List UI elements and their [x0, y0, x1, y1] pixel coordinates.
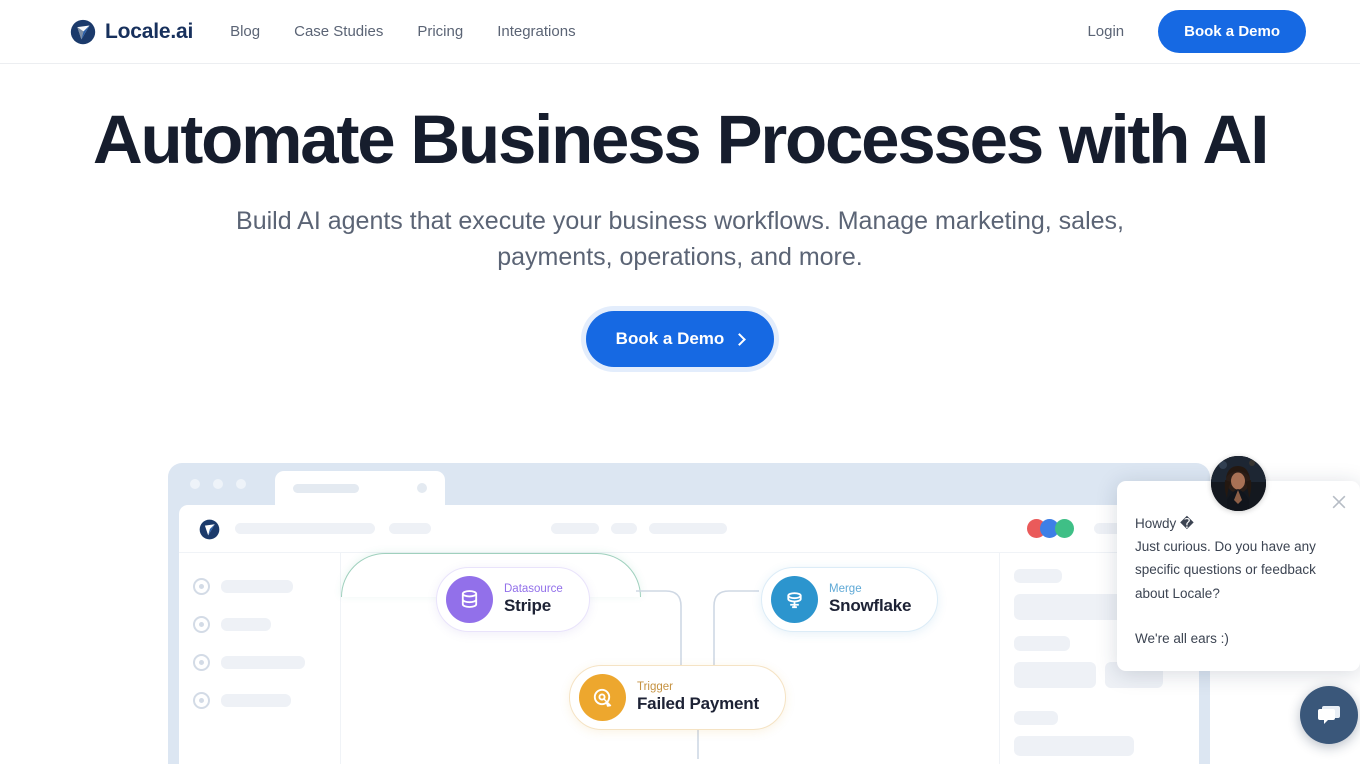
- circle-ring-icon: [193, 691, 210, 709]
- circle-ring-icon: [193, 577, 210, 595]
- sidebar-label-placeholder: [221, 655, 305, 669]
- nav-item-case-studies[interactable]: Case Studies: [294, 23, 383, 40]
- app-columns: Datasource Stripe Merge Snowflake Trigge…: [179, 553, 1199, 764]
- locale-logo-icon: [70, 19, 96, 44]
- app-viewport: Datasource Stripe Merge Snowflake Trigge…: [179, 505, 1199, 764]
- workflow-node-merge-snowflake[interactable]: Merge Snowflake: [761, 567, 939, 632]
- primary-nav: Blog Case Studies Pricing Integrations: [230, 23, 576, 40]
- app-toolbar: [179, 505, 1199, 553]
- chat-greeting: Howdy �: [1135, 516, 1194, 531]
- window-dot-close-icon: [190, 479, 200, 489]
- node-name: Stripe: [504, 596, 551, 616]
- login-link[interactable]: Login: [1087, 23, 1124, 40]
- node-kind: Datasource: [504, 583, 563, 596]
- workflow-canvas[interactable]: Datasource Stripe Merge Snowflake Trigge…: [341, 553, 999, 764]
- nav-item-blog[interactable]: Blog: [230, 23, 260, 40]
- site-header: Locale.ai Blog Case Studies Pricing Inte…: [0, 0, 1360, 64]
- tab-title-placeholder: [293, 484, 359, 493]
- click-target-icon: [579, 674, 626, 721]
- node-kind: Trigger: [637, 681, 673, 694]
- chat-launcher-button[interactable]: [1300, 686, 1358, 744]
- book-demo-button-header[interactable]: Book a Demo: [1158, 10, 1306, 53]
- hero-subheadline: Build AI agents that execute your busine…: [236, 207, 1124, 271]
- panel-placeholder-7: [1014, 736, 1134, 756]
- sidebar-item-1[interactable]: [179, 567, 340, 605]
- workflow-node-datasource-stripe[interactable]: Datasource Stripe: [436, 567, 590, 632]
- browser-tab: [275, 471, 445, 505]
- book-demo-button-hero[interactable]: Book a Demo: [585, 311, 775, 367]
- toolbar-placeholder-5: [649, 523, 727, 534]
- node-kind: Merge: [829, 583, 862, 596]
- toolbar-placeholder-1: [235, 523, 375, 534]
- hero-headline: Automate Business Processes with AI: [92, 101, 1270, 178]
- merge-database-icon: [771, 576, 818, 623]
- brand-name: Locale.ai: [105, 19, 194, 43]
- node-text: Merge Snowflake: [829, 583, 911, 616]
- avatar-dot-3: [1055, 519, 1074, 538]
- hero-section: Automate Business Processes with AI Buil…: [0, 64, 1360, 367]
- agent-avatar-image: [1211, 456, 1266, 511]
- header-actions: Login Book a Demo: [1087, 10, 1306, 53]
- circle-ring-icon: [193, 615, 210, 633]
- brand-logo[interactable]: Locale.ai: [70, 19, 193, 45]
- chat-closing: We're all ears :): [1135, 630, 1229, 646]
- node-text: Trigger Failed Payment: [637, 681, 759, 714]
- toolbar-placeholder-2: [389, 523, 431, 534]
- book-demo-label: Book a Demo: [615, 329, 725, 348]
- panel-placeholder-1: [1014, 569, 1062, 583]
- sidebar-label-placeholder: [221, 617, 271, 631]
- panel-placeholder-4: [1014, 662, 1096, 688]
- sidebar-item-2[interactable]: [179, 605, 340, 643]
- hero-cta-wrap: Book a Demo: [0, 311, 1360, 367]
- product-screenshot-mockup: Datasource Stripe Merge Snowflake Trigge…: [168, 463, 1210, 764]
- workflow-node-trigger-failed-payment[interactable]: Trigger Failed Payment: [569, 665, 786, 730]
- window-traffic-lights: [190, 479, 246, 489]
- sidebar-item-4[interactable]: [179, 681, 340, 719]
- sidebar-item-3[interactable]: [179, 643, 340, 681]
- tab-close-icon: [417, 483, 427, 493]
- nav-item-pricing[interactable]: Pricing: [417, 23, 463, 40]
- window-dot-maximize-icon: [236, 479, 246, 489]
- nav-item-integrations[interactable]: Integrations: [497, 23, 575, 40]
- browser-chrome: [168, 463, 1210, 505]
- app-sidebar: [179, 553, 341, 764]
- panel-placeholder-3: [1014, 636, 1070, 651]
- sidebar-label-placeholder: [221, 579, 293, 593]
- node-text: Datasource Stripe: [504, 583, 563, 616]
- toolbar-placeholder-3: [551, 523, 599, 534]
- database-icon: [446, 576, 493, 623]
- circle-ring-icon: [193, 653, 210, 671]
- chat-bubble-icon: [1318, 706, 1340, 724]
- landing-page: Locale.ai Blog Case Studies Pricing Inte…: [0, 0, 1360, 764]
- sidebar-label-placeholder: [221, 693, 291, 707]
- toolbar-placeholder-4: [611, 523, 637, 534]
- avatar: [1211, 456, 1266, 511]
- node-name: Failed Payment: [637, 694, 759, 714]
- chat-body: Just curious. Do you have any specific q…: [1135, 539, 1316, 601]
- chevron-right-icon: [733, 332, 747, 346]
- window-dot-minimize-icon: [213, 479, 223, 489]
- node-name: Snowflake: [829, 596, 912, 616]
- app-logo-icon: [199, 519, 220, 540]
- close-icon[interactable]: [1329, 492, 1349, 512]
- panel-placeholder-6: [1014, 711, 1058, 725]
